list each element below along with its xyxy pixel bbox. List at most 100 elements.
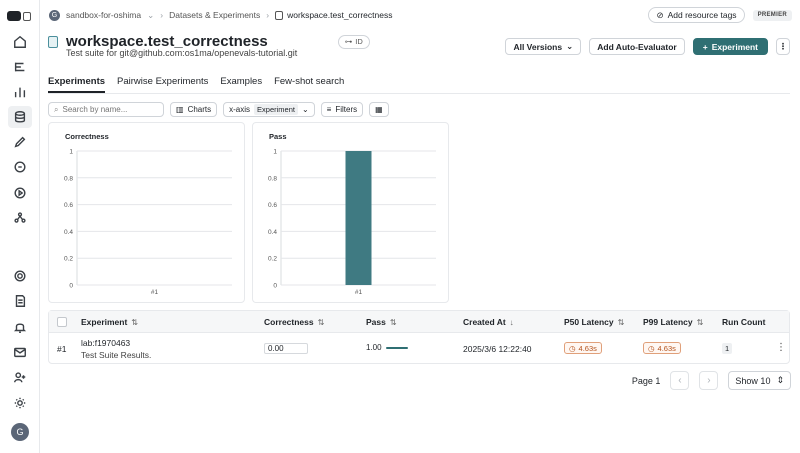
more-actions-button[interactable]: ⋮ [776, 38, 790, 55]
datasets-icon[interactable] [8, 106, 32, 128]
tab-experiments[interactable]: Experiments [48, 76, 106, 93]
sort-icon[interactable]: ⇅ [318, 318, 325, 327]
page-size-label: Show 10 [735, 375, 771, 386]
pass-bar [385, 346, 408, 349]
chevron-down-icon[interactable]: ⌄ [147, 10, 154, 21]
x-axis-label: x-axis [229, 105, 251, 114]
p99-cell: ◷ 4.63s [643, 342, 681, 354]
column-p50-latency[interactable]: P50 Latency ⇅ [564, 317, 624, 327]
column-created-at[interactable]: Created At ↓ [463, 317, 514, 327]
add-auto-evaluator-button[interactable]: Add Auto-Evaluator [589, 38, 685, 55]
y-tick-label: 1 [273, 149, 277, 156]
tag-icon: ⊘ [656, 9, 664, 20]
user-avatar[interactable]: G [11, 423, 29, 441]
top-bar: G sandbox-for-oshima ⌄ › Datasets & Expe… [40, 0, 800, 30]
experiment-cell[interactable]: lab:f1970463 Test Suite Results. [81, 338, 151, 360]
correctness-value: 0.00 [268, 344, 284, 353]
x-tick-label: #1 [355, 289, 363, 296]
sidebar-toggle-icon[interactable] [23, 11, 31, 21]
pagination: Page 1 ‹ › Show 10 ⇕ [632, 371, 791, 390]
row-actions-kebab-icon[interactable]: ⋮ [776, 342, 786, 353]
chart-card-correctness: Correctness 0 0.2 0.4 0.6 0.8 1 #1 [48, 122, 245, 303]
add-user-icon[interactable] [11, 368, 29, 386]
pass-cell: 1.00 [366, 343, 408, 352]
clock-icon: ◷ [569, 343, 576, 353]
versions-select[interactable]: All Versions ⌄ [505, 38, 582, 55]
annotation-icon[interactable] [11, 133, 29, 151]
column-correctness[interactable]: Correctness ⇅ [264, 317, 324, 327]
sort-icon[interactable]: ⇅ [131, 318, 138, 327]
column-pass[interactable]: Pass ⇅ [366, 317, 397, 327]
chevron-left-icon: ‹ [678, 375, 682, 386]
search-input[interactable] [62, 105, 158, 114]
column-p99-label: P99 Latency [643, 317, 693, 327]
page-size-select[interactable]: Show 10 ⇕ [728, 371, 791, 390]
chevron-right-icon: › [707, 375, 711, 386]
correctness-value-box: 0.00 [264, 343, 308, 354]
column-run-count[interactable]: Run Count [722, 317, 765, 327]
copy-id-label: ID [355, 37, 363, 46]
copy-id-button[interactable]: ⊶ ID [337, 34, 370, 49]
x-tick-label: #1 [151, 289, 159, 296]
playground-icon[interactable] [11, 184, 29, 202]
add-resource-tags-button[interactable]: ⊘ Add resource tags [648, 7, 745, 23]
breadcrumb-org[interactable]: sandbox-for-oshima [66, 10, 141, 20]
settings-icon[interactable] [11, 267, 29, 285]
new-experiment-button[interactable]: + Experiment [692, 38, 768, 55]
filters-label: Filters [335, 105, 358, 114]
p50-value: 4.63s [578, 343, 597, 353]
table-header: Experiment ⇅ Correctness ⇅ Pass ⇅ Create… [49, 311, 789, 333]
p99-latency-badge: ◷ 4.63s [643, 342, 681, 354]
column-experiment[interactable]: Experiment ⇅ [81, 317, 138, 327]
column-correctness-label: Correctness [264, 317, 314, 327]
filters-button[interactable]: ≡ Filters [320, 102, 364, 117]
git-commit-icon: ⊶ [344, 37, 353, 46]
experiment-name[interactable]: lab:f1970463 [81, 338, 151, 348]
breadcrumb-current-label: workspace.test_correctness [287, 10, 393, 20]
select-all-checkbox[interactable] [57, 317, 67, 327]
breadcrumb-section[interactable]: Datasets & Experiments [169, 10, 260, 20]
mail-icon[interactable] [11, 343, 29, 361]
prompts-icon[interactable] [11, 158, 29, 176]
home-icon[interactable] [11, 33, 29, 51]
x-axis-select[interactable]: x-axis Experiment ⌄ [223, 102, 315, 117]
tab-pairwise-experiments[interactable]: Pairwise Experiments [117, 76, 208, 93]
correctness-cell: 0.00 [264, 343, 308, 354]
sort-icon[interactable]: ⇅ [390, 318, 397, 327]
columns-button[interactable]: ▦ [369, 102, 389, 117]
row-index: #1 [57, 344, 67, 354]
column-pass-label: Pass [366, 317, 386, 327]
tab-examples[interactable]: Examples [220, 76, 262, 93]
kebab-icon: ⋮ [778, 41, 788, 51]
column-p50-label: P50 Latency [564, 317, 614, 327]
y-tick-label: 1 [69, 149, 73, 156]
sort-descending-icon[interactable]: ↓ [510, 318, 514, 327]
sort-icon[interactable]: ⇅ [697, 318, 704, 327]
logo[interactable] [7, 10, 33, 22]
next-page-button[interactable]: › [699, 371, 719, 390]
tracing-icon[interactable] [11, 58, 29, 76]
chart-icon: ▥ [176, 105, 184, 114]
table-row[interactable]: #1 lab:f1970463 Test Suite Results. 0.00… [49, 333, 789, 364]
deployments-icon[interactable] [11, 209, 29, 227]
chart-card-pass: Pass 0 0.2 0.4 0.6 0.8 1 #1 [252, 122, 449, 303]
column-p99-latency[interactable]: P99 Latency ⇅ [643, 317, 703, 327]
charts-toggle-button[interactable]: ▥ Charts [170, 102, 218, 117]
theme-sun-icon[interactable] [11, 394, 29, 412]
tab-few-shot-search[interactable]: Few-shot search [274, 76, 344, 93]
correctness-chart: 0 0.2 0.4 0.6 0.8 1 #1 [64, 149, 232, 296]
column-experiment-label: Experiment [81, 317, 128, 327]
experiment-description: Test Suite Results. [81, 350, 152, 360]
add-resource-tags-label: Add resource tags [667, 10, 737, 20]
notifications-icon[interactable] [11, 318, 29, 336]
charts-label: Charts [187, 105, 212, 114]
langsmith-logo-icon [7, 11, 21, 21]
y-tick-label: 0.6 [64, 202, 73, 209]
plan-badge: PREMIER [752, 9, 792, 21]
sort-icon[interactable]: ⇅ [618, 318, 625, 327]
page-indicator: Page 1 [631, 375, 661, 386]
experiments-table: Experiment ⇅ Correctness ⇅ Pass ⇅ Create… [48, 310, 790, 364]
docs-icon[interactable] [11, 292, 29, 310]
monitoring-icon[interactable] [11, 83, 29, 101]
previous-page-button[interactable]: ‹ [670, 371, 690, 390]
